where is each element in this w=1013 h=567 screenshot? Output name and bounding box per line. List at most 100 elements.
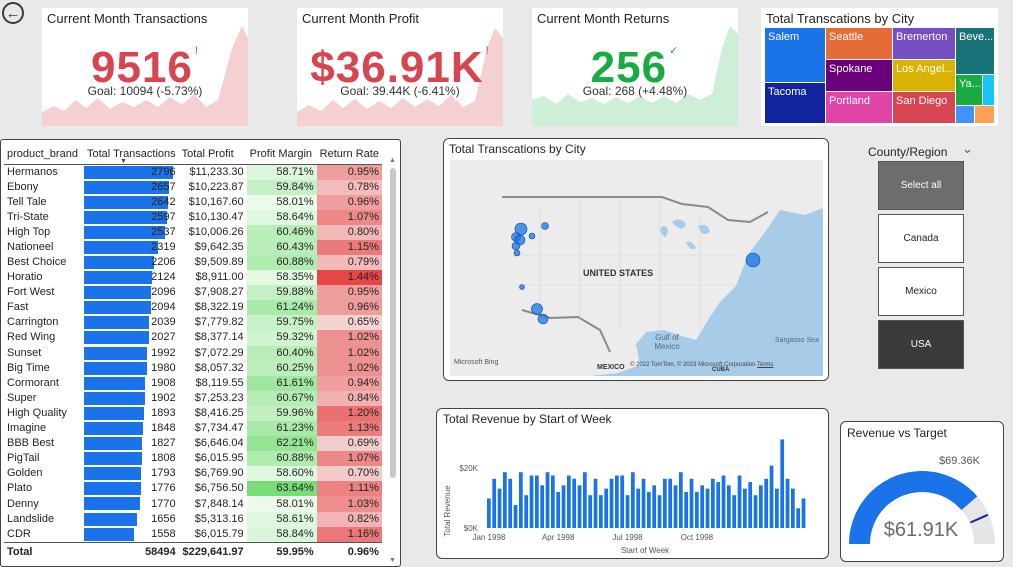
table-row[interactable]: Best Choice 2206 $9,509.89 60.88% 0.79% — [4, 254, 382, 271]
scroll-down-icon[interactable]: ▼ — [389, 557, 396, 564]
slicer-option-mexico[interactable]: Mexico — [878, 267, 964, 316]
treemap-cell-salem[interactable]: Salem — [765, 28, 825, 82]
treemap-cell-yakima[interactable]: Ya... — [956, 75, 982, 105]
revenue-bar[interactable] — [620, 475, 625, 529]
table-row[interactable]: Plato 1776 $6,756.50 63.64% 1.11% — [4, 481, 382, 497]
map-canvas[interactable]: UNITED STATES Gulf of Mexico Sargasso Se… — [450, 160, 823, 376]
revenue-bar[interactable] — [519, 472, 523, 528]
table-row[interactable]: PigTail 1808 $6,015.95 60.88% 1.07% — [4, 451, 382, 467]
header-product-brand[interactable]: product_brand — [4, 145, 84, 165]
header-profit-margin[interactable]: Profit Margin — [246, 145, 317, 165]
table-row[interactable]: Horatio 2124 $8,911.00 58.35% 1.44% — [4, 270, 382, 286]
revenue-bar[interactable] — [780, 439, 785, 528]
revenue-bar[interactable] — [737, 475, 742, 529]
treemap-cell-small-3[interactable] — [975, 106, 994, 123]
table-row[interactable]: High Top 2537 $10,006.26 60.46% 0.80% — [4, 224, 382, 240]
table-row[interactable]: Big Time 1980 $8,057.32 60.25% 1.02% — [4, 360, 382, 376]
treemap-cell-beverly[interactable]: Beve... — [956, 28, 994, 74]
revenue-bar[interactable] — [513, 505, 518, 528]
revenue-bar[interactable] — [791, 488, 795, 529]
revenue-bar[interactable] — [593, 478, 598, 528]
revenue-bar[interactable] — [497, 488, 502, 529]
city-bubble-la[interactable] — [531, 303, 543, 315]
revenue-bar[interactable] — [657, 495, 662, 528]
table-row[interactable]: Golden 1793 $6,769.90 58.60% 0.70% — [4, 466, 382, 482]
city-bubble-east[interactable] — [745, 252, 761, 268]
treemap-cell-small-1[interactable] — [983, 75, 994, 105]
revenue-bar[interactable] — [679, 472, 683, 528]
table-row[interactable]: Tri-State 2597 $10,130.47 58.64% 1.07% — [4, 209, 382, 225]
table-row[interactable]: Red Wing 2027 $8,377.14 59.32% 1.02% — [4, 330, 382, 346]
revenue-bar[interactable] — [743, 488, 747, 529]
back-button[interactable]: ← — [2, 2, 24, 24]
revenue-bar[interactable] — [769, 465, 774, 528]
revenue-bar[interactable] — [695, 491, 699, 528]
treemap-cell-san-diego[interactable]: San Diego — [893, 92, 955, 123]
treemap-cell-spokane[interactable]: Spokane — [826, 60, 892, 91]
treemap-cell-portland[interactable]: Portland — [826, 92, 892, 123]
revenue-bar[interactable] — [508, 478, 513, 528]
revenue-bar[interactable] — [567, 475, 571, 529]
treemap-cell-small-2[interactable] — [956, 106, 974, 123]
revenue-bar[interactable] — [673, 485, 678, 528]
table-scrollbar[interactable]: ▲ ▼ — [389, 157, 397, 564]
revenue-bar[interactable] — [663, 478, 667, 528]
header-total-transactions[interactable]: Total Transactions ▼ — [84, 145, 179, 165]
revenue-bar[interactable] — [668, 478, 673, 528]
treemap-cell-bremerton[interactable]: Bremerton — [893, 28, 955, 59]
revenue-bar[interactable] — [540, 485, 545, 528]
revenue-bar[interactable] — [641, 478, 646, 528]
revenue-bar[interactable] — [748, 482, 753, 528]
revenue-bar[interactable] — [609, 478, 614, 528]
table-row[interactable]: Ebony 2657 $10,223.87 59.84% 0.78% — [4, 179, 382, 195]
city-bubble-salem[interactable] — [513, 249, 521, 257]
revenue-bar[interactable] — [652, 485, 657, 528]
table-row[interactable]: Tell Tale 2642 $10,167.60 58.01% 0.96% — [4, 194, 382, 210]
revenue-bar[interactable] — [721, 475, 726, 529]
revenue-bar[interactable] — [759, 485, 763, 528]
revenue-bar[interactable] — [577, 485, 582, 528]
revenue-bar[interactable] — [625, 495, 630, 528]
treemap-cell-tacoma[interactable]: Tacoma — [765, 83, 825, 123]
slicer-option-select-all[interactable]: Select all — [878, 161, 964, 210]
table-row[interactable]: Carrington 2039 $7,779.82 59.75% 0.65% — [4, 315, 382, 331]
revenue-bar[interactable] — [716, 482, 721, 528]
revenue-bar[interactable] — [631, 472, 635, 528]
revenue-bar[interactable] — [801, 498, 806, 528]
revenue-bar[interactable] — [711, 478, 715, 528]
revenue-bar[interactable] — [529, 475, 534, 529]
revenue-bar[interactable] — [503, 472, 507, 528]
slicer-option-canada[interactable]: Canada — [878, 214, 964, 263]
table-row[interactable]: Hermanos 2796 $11,233.30 58.71% 0.95% — [4, 164, 382, 180]
revenue-bar[interactable] — [796, 508, 801, 528]
table-row[interactable]: Nationeel 2319 $9,642.35 60.43% 1.15% — [4, 239, 382, 255]
header-return-rate[interactable]: Return Rate — [316, 145, 382, 165]
revenue-bar[interactable] — [524, 495, 529, 528]
city-bubble-san-diego[interactable] — [537, 313, 549, 325]
header-total-profit[interactable]: Total Profit — [178, 145, 247, 165]
revenue-bar[interactable] — [551, 475, 555, 529]
revenue-bar[interactable] — [556, 491, 561, 528]
city-bubble-yakima[interactable] — [528, 232, 536, 240]
revenue-bar[interactable] — [647, 491, 651, 528]
table-row[interactable]: Super 1902 $7,253.23 60.67% 0.84% — [4, 390, 382, 406]
revenue-bar[interactable] — [732, 495, 737, 528]
revenue-bar[interactable] — [636, 488, 641, 529]
revenue-bar[interactable] — [689, 478, 694, 528]
revenue-bar[interactable] — [492, 478, 497, 528]
revenue-bar[interactable] — [684, 491, 689, 528]
revenue-bar[interactable] — [583, 472, 587, 528]
chevron-down-icon[interactable]: ⌄ — [962, 141, 973, 157]
revenue-bar[interactable] — [775, 488, 779, 529]
revenue-bar[interactable] — [545, 472, 550, 528]
revenue-bar[interactable] — [535, 475, 539, 529]
slicer-option-usa[interactable]: USA — [878, 320, 964, 369]
city-bubble-spokane[interactable] — [541, 222, 549, 230]
revenue-bar[interactable] — [487, 498, 491, 528]
revenue-bar[interactable] — [764, 478, 769, 528]
revenue-bar[interactable] — [588, 495, 593, 528]
table-row[interactable]: Landslide 1656 $5,313.16 58.61% 0.82% — [4, 511, 382, 527]
table-row[interactable]: Cormorant 1908 $8,119.55 61.61% 0.94% — [4, 375, 382, 391]
terms-link[interactable]: Terms — [757, 362, 773, 368]
revenue-bar[interactable] — [615, 475, 619, 529]
